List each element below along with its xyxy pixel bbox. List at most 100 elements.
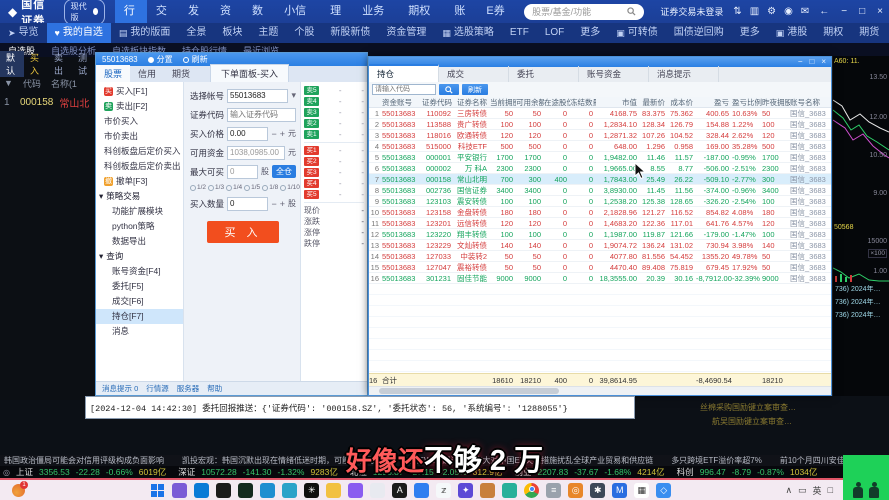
price-input[interactable] bbox=[227, 127, 268, 141]
nav-item-全景[interactable]: 全景 bbox=[178, 23, 214, 43]
top-menu-数据[interactable]: 数据 bbox=[243, 0, 275, 23]
trade-nav-持仓[F7][interactable]: 持仓[F7] bbox=[96, 309, 183, 324]
chart-news-line[interactable]: 736) 2024年… bbox=[835, 284, 881, 294]
price-plus-button[interactable]: + bbox=[280, 129, 285, 139]
header-冻结数量[interactable]: 冻结数量 bbox=[570, 97, 596, 107]
nav-item-新股新债[interactable]: 新股新债 bbox=[322, 23, 378, 43]
order-panel-tab[interactable]: 下单面板-买入 bbox=[210, 64, 289, 82]
position-row-123158[interactable]: 1055013683123158金盘转债180180002,1828.96121… bbox=[369, 207, 831, 218]
query-button[interactable] bbox=[439, 84, 459, 95]
header-盈亏[interactable]: 盈亏 bbox=[696, 97, 732, 107]
watchlist-group-卖出[interactable]: 卖出 bbox=[48, 51, 72, 77]
watchlist-group-测试[interactable]: 测试 bbox=[72, 51, 96, 77]
start-menu-icon[interactable] bbox=[150, 483, 165, 498]
app-violet-icon[interactable]: ✦ bbox=[458, 483, 473, 498]
tray-mic-icon[interactable]: ▭ bbox=[798, 485, 807, 496]
trade-nav-市价买入[interactable]: 市价买入 bbox=[96, 114, 183, 129]
fraction-radio-1/4[interactable]: 1/4 bbox=[226, 184, 242, 191]
fraction-radio-1/8[interactable]: 1/8 bbox=[262, 184, 278, 191]
watchlist-row[interactable]: 1000158常山北 bbox=[0, 95, 96, 110]
tray-display-icon[interactable]: □ bbox=[828, 485, 833, 495]
full-position-button[interactable]: 全仓 bbox=[272, 165, 296, 178]
statusbar-item-服务器[interactable]: 服务器 bbox=[177, 383, 200, 394]
header-资金账号[interactable]: 资金账号 bbox=[382, 97, 422, 107]
trade-tab-期货[interactable]: 期货 bbox=[164, 65, 198, 82]
trade-nav-功能扩展模块[interactable]: 功能扩展模块 bbox=[96, 204, 183, 219]
nav-item-资金管理[interactable]: 资金管理 bbox=[378, 23, 434, 43]
copilot-icon[interactable] bbox=[370, 483, 385, 498]
headset-icon[interactable]: ◉ bbox=[780, 6, 797, 17]
global-search[interactable]: 股票/基金/功能 bbox=[524, 4, 644, 20]
fraction-radio-1/2[interactable]: 1/2 bbox=[190, 184, 206, 191]
vscode-icon[interactable] bbox=[194, 483, 209, 498]
qr-app-icon[interactable]: ▦ bbox=[634, 483, 649, 498]
code-search-input[interactable] bbox=[372, 84, 436, 95]
nav-item-选股策略[interactable]: ▦选股策略 bbox=[434, 23, 502, 43]
position-row-000002[interactable]: 655013683000002万 科A23002300001,9665.008.… bbox=[369, 163, 831, 174]
buy-button[interactable]: 买 入 bbox=[207, 221, 279, 243]
position-row-000158[interactable]: 755013683000158常山北明70030040001,7843.0025… bbox=[369, 174, 831, 185]
nav-item-我的自选[interactable]: ♥我的自选 bbox=[47, 23, 111, 43]
obsidian-icon[interactable] bbox=[238, 483, 253, 498]
trade-nav-成交[F6][interactable]: 成交[F6] bbox=[96, 294, 183, 309]
log-output-window[interactable]: [2024-12-04 14:42:30] 委托回报推送：{'证券代码': '0… bbox=[85, 396, 635, 419]
trade-tab-信用[interactable]: 信用 bbox=[130, 65, 164, 82]
nav-item-我的版面[interactable]: ▤我的版面 bbox=[111, 23, 179, 43]
nav-item-港股[interactable]: ▣港股 bbox=[768, 23, 816, 43]
trade-nav-python策略[interactable]: python策略 bbox=[96, 219, 183, 234]
stock-code-input[interactable] bbox=[227, 108, 296, 122]
database-icon[interactable]: ≡ bbox=[546, 483, 561, 498]
top-menu-理财[interactable]: 理财 bbox=[321, 0, 353, 23]
chevron-down-icon[interactable]: ▾ bbox=[291, 90, 296, 101]
top-menu-业务办理[interactable]: 业务办理 bbox=[353, 0, 399, 23]
nav-item-可转债[interactable]: ▣可转债 bbox=[608, 23, 666, 43]
positions-tab-成交[interactable]: 成交 bbox=[439, 66, 509, 82]
col-name[interactable]: 名称(1 bbox=[51, 77, 77, 90]
chart-news-line[interactable]: 736) 2024年… bbox=[835, 310, 881, 320]
trade-nav-买入[F1][interactable]: 买买入[F1] bbox=[96, 84, 183, 99]
watchlist-group-默认[interactable]: 默认 bbox=[0, 51, 24, 77]
trade-nav-消息[interactable]: 消息 bbox=[96, 324, 183, 339]
nav-item-主题[interactable]: 主题 bbox=[250, 23, 286, 43]
position-row-118016[interactable]: 355013683118016欧通转债120120001,2871.32107.… bbox=[369, 130, 831, 141]
edge-icon[interactable] bbox=[260, 483, 275, 498]
account-select[interactable] bbox=[227, 89, 288, 103]
maximize-button[interactable]: □ bbox=[853, 6, 871, 17]
positions-tab-账号资金[interactable]: 账号资金 bbox=[579, 66, 649, 82]
quantity-input[interactable] bbox=[227, 197, 268, 211]
stacked-icon[interactable]: ⇅ bbox=[729, 6, 745, 17]
trade-nav-数据导出[interactable]: 数据导出 bbox=[96, 234, 183, 249]
top-menu-交易[interactable]: 交易 bbox=[147, 0, 179, 23]
trade-nav-委托[F5][interactable]: 委托[F5] bbox=[96, 279, 183, 294]
app-a-icon[interactable]: A bbox=[392, 483, 407, 498]
trade-tab-股票[interactable]: 股票 bbox=[96, 63, 130, 82]
minimize-button[interactable]: − bbox=[835, 6, 853, 17]
header-最新价[interactable]: 最新价 bbox=[640, 97, 668, 107]
nav-item-更多[interactable]: 更多 bbox=[732, 23, 768, 43]
version-toggle[interactable]: 现代版 bbox=[64, 0, 105, 25]
fraction-radio-1/10[interactable]: 1/10 bbox=[280, 184, 300, 191]
top-menu-发现[interactable]: 发现 bbox=[179, 0, 211, 23]
header-可用余额[interactable]: 可用余额 bbox=[516, 97, 544, 107]
header-市值[interactable]: 市值 bbox=[596, 97, 640, 107]
everything-search-icon[interactable]: ◎ bbox=[568, 483, 583, 498]
position-row-123103[interactable]: 955013683123103震安转债100100001,2538.20125.… bbox=[369, 196, 831, 207]
horizontal-scrollbar[interactable] bbox=[369, 386, 831, 395]
col-code[interactable]: 代码 bbox=[23, 77, 41, 90]
refresh-button[interactable]: 刷新 bbox=[462, 84, 488, 95]
nav-item-LOF[interactable]: LOF bbox=[537, 23, 572, 43]
back-button[interactable]: ← bbox=[813, 6, 835, 17]
position-row-127033[interactable]: 1455013683127033中装转25050004077.8081.5565… bbox=[369, 251, 831, 262]
trade-nav-市价卖出[interactable]: 市价卖出 bbox=[96, 129, 183, 144]
top-menu-资讯[interactable]: 资讯 bbox=[211, 0, 243, 23]
layout-toggle-1[interactable]: 分置 bbox=[148, 54, 173, 65]
layout-toggle-2[interactable]: 刷新 bbox=[183, 54, 208, 65]
loop-icon[interactable] bbox=[348, 483, 363, 498]
top-menu-E券通[interactable]: E券通 bbox=[477, 0, 514, 23]
message-icon[interactable]: ✉ bbox=[797, 6, 813, 17]
header-证券名称[interactable]: 证券名称 bbox=[454, 97, 490, 107]
nav-item-国债逆回购[interactable]: 国债逆回购 bbox=[666, 23, 732, 43]
scrollbar-thumb[interactable] bbox=[379, 388, 559, 394]
trade-nav-撤单[F3][interactable]: 撤撤单[F3] bbox=[96, 174, 183, 189]
top-menu-账户[interactable]: 账户 bbox=[445, 0, 477, 23]
